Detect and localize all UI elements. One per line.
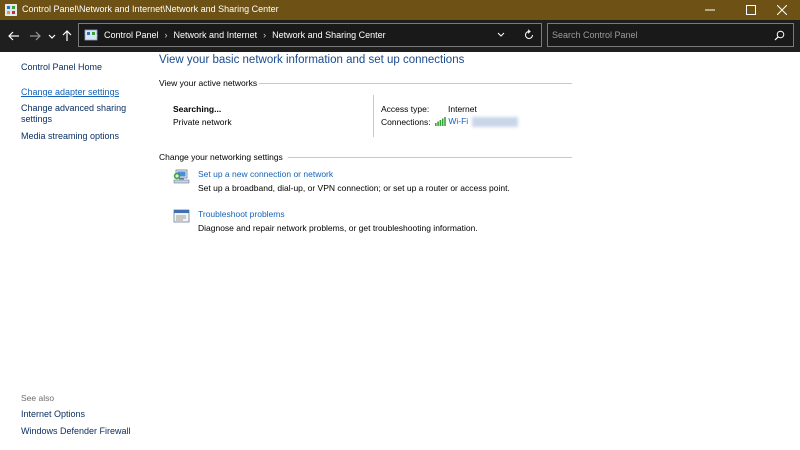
back-arrow-icon [8, 31, 19, 41]
address-bar[interactable]: › Control Panel › Network and Internet › Netw… [78, 23, 542, 47]
title-bar: Control Panel\Network and Internet\Netwo… [0, 0, 800, 20]
troubleshoot-problems-link[interactable]: Troubleshoot problems [198, 209, 285, 219]
wifi-signal-icon [435, 117, 446, 127]
control-panel-home-link[interactable]: Control Panel Home [21, 62, 102, 72]
setup-new-connection-description: Set up a broadband, dial-up, or VPN conn… [198, 183, 510, 193]
page-title: View your basic network information and … [159, 54, 465, 66]
breadcrumb: › Control Panel › Network and Internet › Netw… [95, 30, 386, 40]
access-type-label: Access type: [381, 104, 430, 114]
search-icon[interactable] [774, 30, 785, 41]
section-divider [259, 83, 572, 84]
minimize-icon [705, 9, 715, 11]
refresh-icon[interactable] [523, 29, 535, 41]
see-also-label: See also [21, 393, 55, 403]
close-button[interactable] [764, 0, 800, 20]
maximize-icon [746, 5, 756, 15]
troubleshoot-problems-description: Diagnose and repair network problems, or… [198, 223, 478, 233]
up-arrow-icon [62, 30, 72, 41]
internet-options-link[interactable]: Internet Options [21, 409, 85, 419]
breadcrumb-item-control-panel[interactable]: Control Panel [104, 30, 159, 40]
redacted-ssid [472, 116, 519, 127]
network-category-link[interactable]: Private network [173, 117, 232, 127]
address-dropdown-icon[interactable] [497, 31, 505, 39]
minimize-button[interactable] [692, 0, 728, 20]
recent-locations-button[interactable] [45, 29, 59, 43]
back-button[interactable] [7, 29, 21, 43]
breadcrumb-item-network-and-internet[interactable]: Network and Internet [174, 30, 258, 40]
control-panel-app-icon [5, 4, 17, 16]
change-adapter-settings-link[interactable]: Change adapter settings [21, 87, 119, 97]
change-advanced-sharing-settings-link[interactable]: Change advanced sharing settings [21, 103, 131, 125]
network-name: Searching... [173, 104, 222, 114]
setup-new-connection-link[interactable]: Set up a new connection or network [198, 169, 333, 179]
close-icon [777, 5, 787, 15]
window-title: Control Panel\Network and Internet\Netwo… [22, 4, 279, 14]
wifi-connection-name: Wi-Fi [448, 116, 469, 126]
access-type-value: Internet [448, 104, 477, 114]
chevron-down-icon [48, 34, 56, 39]
networking-settings-label: Change your networking settings [159, 152, 283, 162]
new-connection-icon [173, 169, 190, 184]
up-button[interactable] [60, 29, 74, 43]
troubleshoot-icon [173, 209, 190, 223]
search-box[interactable] [547, 23, 794, 47]
search-input[interactable] [552, 27, 762, 43]
active-networks-label: View your active networks [159, 78, 258, 88]
windows-defender-firewall-link[interactable]: Windows Defender Firewall [21, 426, 131, 436]
section-divider [288, 157, 572, 158]
wifi-connection-link[interactable]: Wi-Fi [435, 116, 519, 127]
forward-button[interactable] [28, 29, 42, 43]
media-streaming-options-link[interactable]: Media streaming options [21, 131, 119, 141]
connections-label: Connections: [381, 117, 431, 127]
forward-arrow-icon [30, 31, 41, 41]
network-info-divider [373, 95, 374, 137]
breadcrumb-item-network-and-sharing-center[interactable]: Network and Sharing Center [272, 30, 386, 40]
